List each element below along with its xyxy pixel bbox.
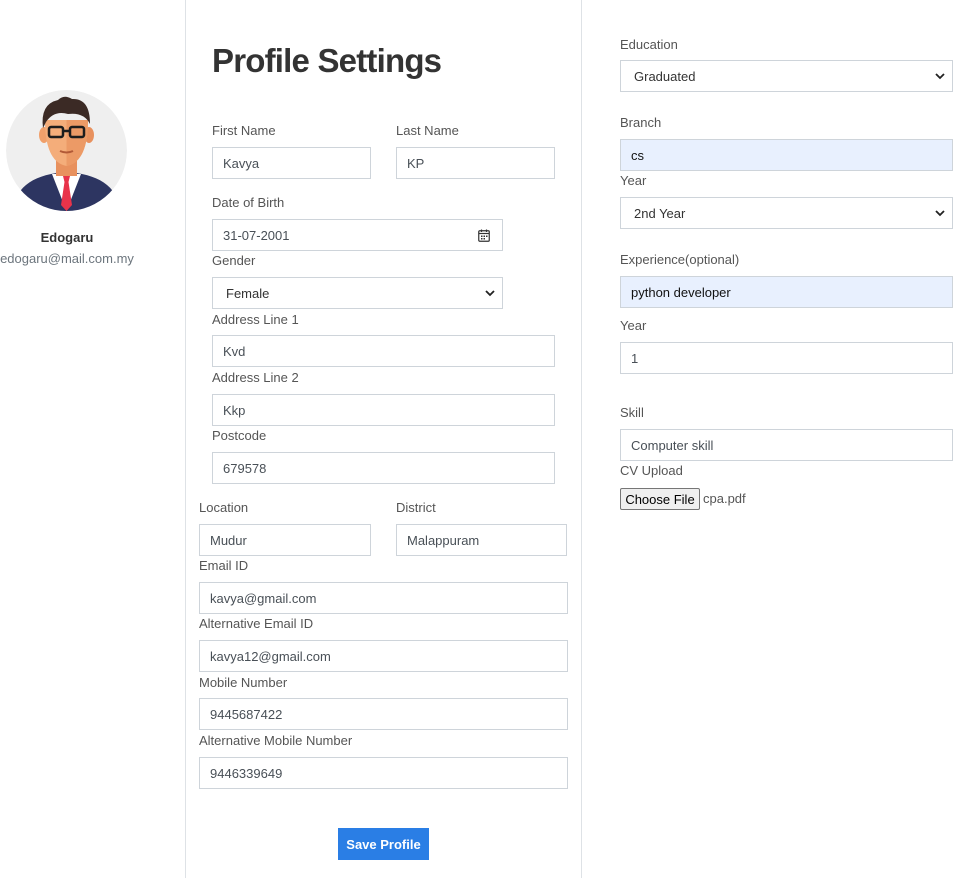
chevron-down-icon [485, 290, 495, 297]
postcode-input[interactable]: 679578 [212, 452, 555, 484]
avatar [6, 90, 127, 211]
branch-input[interactable]: cs [620, 139, 953, 171]
address2-input[interactable]: Kkp [212, 394, 555, 426]
experience-input[interactable]: python developer [620, 276, 953, 308]
calendar-icon[interactable] [478, 229, 490, 242]
email-input[interactable]: kavya@gmail.com [199, 582, 568, 614]
district-label: District [396, 500, 436, 515]
address1-label: Address Line 1 [212, 312, 299, 327]
mobile-label: Mobile Number [199, 675, 288, 690]
alt-mobile-input[interactable]: 9446339649 [199, 757, 568, 789]
chevron-down-icon [935, 210, 945, 217]
education-value: Graduated [634, 68, 696, 84]
left-column-divider [185, 0, 186, 878]
cv-file-name: cpa.pdf [703, 491, 746, 506]
email-label: Email ID [199, 558, 249, 573]
experience-year-input[interactable]: 1 [620, 342, 953, 374]
year-label: Year [620, 173, 647, 188]
profile-email: edogaru@mail.com.my [0, 251, 134, 266]
location-input[interactable]: Mudur [199, 524, 371, 556]
choose-file-button[interactable]: Choose File [620, 488, 700, 510]
experience-label: Experience(optional) [620, 252, 740, 267]
address1-input[interactable]: Kvd [212, 335, 555, 367]
experience-year-label: Year [620, 318, 647, 333]
cv-upload-label: CV Upload [620, 463, 683, 478]
dob-value: 31-07-2001 [223, 227, 290, 243]
right-column-divider [581, 0, 582, 878]
mobile-input[interactable]: 9445687422 [199, 698, 568, 730]
district-input[interactable]: Malappuram [396, 524, 567, 556]
dob-input[interactable]: 31-07-2001 [212, 219, 503, 251]
gender-value: Female [226, 285, 270, 301]
year-value: 2nd Year [634, 205, 686, 221]
alt-email-input[interactable]: kavya12@gmail.com [199, 640, 568, 672]
first-name-label: First Name [212, 123, 276, 138]
skill-input[interactable]: Computer skill [620, 429, 953, 461]
last-name-input[interactable]: KP [396, 147, 555, 179]
gender-label: Gender [212, 253, 256, 268]
chevron-down-icon [935, 73, 945, 80]
location-label: Location [199, 500, 249, 515]
page-title: Profile Settings [212, 42, 442, 79]
skill-label: Skill [620, 405, 644, 420]
first-name-input[interactable]: Kavya [212, 147, 371, 179]
education-select[interactable]: Graduated [620, 60, 953, 92]
branch-label: Branch [620, 115, 662, 130]
year-select[interactable]: 2nd Year [620, 197, 953, 229]
gender-select[interactable]: Female [212, 277, 503, 309]
postcode-label: Postcode [212, 428, 267, 443]
save-profile-button[interactable]: Save Profile [338, 828, 429, 860]
education-label: Education [620, 37, 678, 52]
address2-label: Address Line 2 [212, 370, 299, 385]
alt-email-label: Alternative Email ID [199, 616, 314, 631]
dob-label: Date of Birth [212, 195, 285, 210]
profile-name: Edogaru [40, 230, 94, 245]
alt-mobile-label: Alternative Mobile Number [199, 733, 353, 748]
last-name-label: Last Name [396, 123, 459, 138]
